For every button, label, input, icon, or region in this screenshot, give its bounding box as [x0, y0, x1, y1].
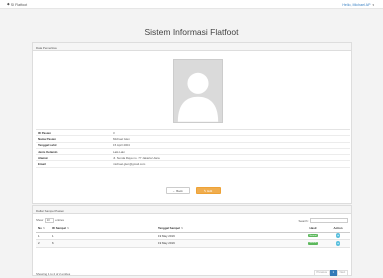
panel-heading: Data Pemeriksa — [33, 43, 351, 51]
page-1-button[interactable]: 1 — [329, 270, 337, 276]
cell-id: 6 — [52, 241, 54, 246]
search-input[interactable] — [310, 218, 348, 223]
cell-status: Normal — [300, 234, 326, 238]
patient-info-table: ID Pasien 3 Nama Pasien Michael Glen Tan… — [36, 129, 350, 168]
pencil-icon: ✎ — [203, 188, 207, 193]
user-menu[interactable]: Hello, Michael AP ▾ — [342, 3, 374, 7]
info-value: Jl. Sunda Raya no. 77 Jakarta Utara — [113, 155, 160, 160]
patient-photo-placeholder — [173, 59, 223, 123]
sample-list-panel: Daftar Sampel Pasien Show 10 entries Sea… — [32, 205, 352, 276]
action-buttons: ← Back ✎ Edit — [33, 187, 353, 194]
info-key: ID Pasien — [38, 130, 52, 135]
sample-table: No⇅ ID Sampel⇅ Tanggal Sampel⇅ Hasil Act… — [36, 225, 350, 248]
col-header[interactable]: ID Sampel⇅ — [52, 226, 158, 230]
page-title: Sistem Informasi Flatfoot — [144, 27, 239, 37]
col-header[interactable]: Tanggal Sampel⇅ — [158, 226, 300, 230]
pagination: Previous 1 Next — [313, 270, 348, 276]
info-row: Email michael.glen@gmail.com — [36, 161, 350, 168]
status-badge: Normal — [307, 241, 319, 245]
patient-detail-panel: Data Pemeriksa ID Pasien 3 Nama Pasien M… — [32, 42, 352, 204]
search-control: Search: — [299, 218, 348, 223]
status-badge: Normal — [307, 234, 319, 238]
panel-heading: Daftar Sampel Pasien — [33, 206, 351, 214]
entries-label: entries — [55, 218, 64, 223]
info-key: Alamat — [38, 155, 48, 160]
avatar-silhouette-icon — [174, 60, 222, 122]
info-value: michael.glen@gmail.com — [113, 162, 146, 167]
arrow-left-icon: ← — [172, 188, 176, 193]
info-value: 15 April 2004 — [113, 143, 130, 148]
cell-no: 2 — [38, 241, 40, 246]
col-header: Action — [333, 226, 343, 231]
show-label: Show — [36, 218, 44, 223]
table-info: Showing 1 to 2 of 2 entries — [36, 272, 71, 276]
eye-icon[interactable]: ● — [335, 233, 341, 239]
brand-label: SI Flatfoot — [10, 2, 28, 7]
cell-date: 19 May 2019 — [158, 233, 175, 238]
user-name: Hello, Michael AP — [342, 2, 371, 7]
search-label: Search: — [298, 218, 309, 223]
info-key: Tanggal Lahir — [38, 143, 57, 148]
prev-page-button[interactable]: Previous — [313, 270, 330, 276]
info-key: Jenis Kelamin — [38, 149, 58, 154]
edit-label: Edit — [207, 188, 213, 193]
cell-id: 1 — [52, 233, 54, 238]
entries-control: Show 10 entries — [36, 218, 64, 223]
table-row: 1 1 19 May 2019 Normal ● — [36, 233, 350, 240]
back-button[interactable]: ← Back — [165, 187, 190, 194]
cell-action: ● — [326, 240, 350, 246]
info-value: Michael Glen — [113, 136, 130, 141]
top-navbar: ◆ SI Flatfoot Hello, Michael AP ▾ — [0, 0, 383, 9]
col-header[interactable]: No⇅ — [36, 226, 52, 230]
entries-value: 10 — [46, 218, 50, 222]
info-value: 3 — [113, 130, 115, 135]
chevron-down-icon: ▾ — [372, 2, 374, 7]
back-label: Back — [176, 188, 183, 193]
info-key: Email — [38, 162, 46, 167]
info-value: Laki-Laki — [113, 149, 125, 154]
eye-icon[interactable]: ● — [335, 240, 341, 246]
cell-action: ● — [326, 233, 350, 239]
brand-link[interactable]: ◆ SI Flatfoot — [7, 1, 28, 7]
entries-select[interactable]: 10 — [44, 218, 54, 223]
cell-date: 19 May 2019 — [158, 241, 175, 246]
table-row: 2 6 19 May 2019 Normal ● — [36, 240, 350, 248]
col-header[interactable]: Hasil — [300, 226, 326, 230]
info-key: Nama Pasien — [38, 136, 56, 141]
cell-status: Normal — [300, 241, 326, 245]
cell-no: 1 — [38, 233, 40, 238]
table-header: No⇅ ID Sampel⇅ Tanggal Sampel⇅ Hasil Act… — [36, 225, 350, 233]
foot-icon: ◆ — [7, 1, 10, 6]
next-page-button[interactable]: Next — [336, 270, 348, 276]
edit-button[interactable]: ✎ Edit — [195, 187, 221, 194]
